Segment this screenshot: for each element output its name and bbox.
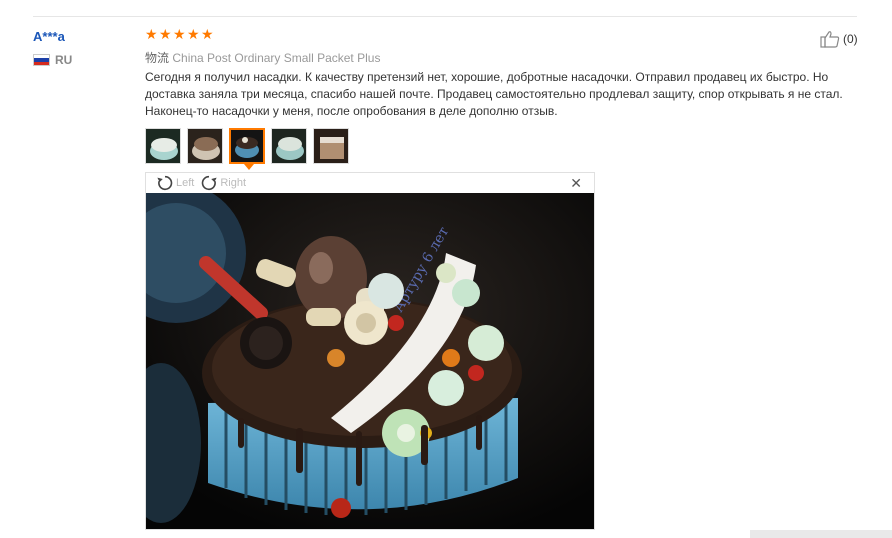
photo-thumb-3[interactable] (229, 128, 265, 164)
photo-thumb-4[interactable] (271, 128, 307, 164)
rotate-left-button[interactable]: Left (156, 174, 194, 192)
rotate-left-label: Left (176, 177, 195, 189)
rotate-left-icon (157, 175, 173, 191)
cake-photo-image: Артуру 6 лет (146, 193, 594, 529)
review-text: Сегодня я получил насадки. К качеству пр… (145, 70, 843, 118)
thumbs-up-icon (820, 31, 840, 48)
cake-photo-icon (314, 129, 348, 163)
star-rating: ★ ★ ★ ★ ★ (145, 26, 214, 42)
logistics-info: 物流 China Post Ordinary Small Packet Plus (145, 49, 380, 66)
star-icon: ★ (145, 26, 158, 42)
country-code: RU (55, 53, 73, 67)
cake-photo-icon (188, 129, 222, 163)
rotate-right-icon (202, 175, 218, 191)
photo-thumb-1[interactable] (145, 128, 181, 164)
logistics-value: China Post Ordinary Small Packet Plus (172, 51, 381, 65)
photo-thumb-2[interactable] (187, 128, 223, 164)
star-icon: ★ (187, 26, 200, 42)
reviewer-name[interactable]: A***a (33, 29, 65, 44)
logistics-label: 物流 (145, 51, 170, 65)
cake-photo-icon (272, 129, 306, 163)
close-icon[interactable]: ✕ (570, 175, 582, 192)
rotate-right-button[interactable]: Right (200, 174, 246, 192)
cake-photo-icon (146, 129, 180, 163)
photo-thumb-5[interactable] (313, 128, 349, 164)
reviewer-country: RU (33, 53, 72, 67)
rotate-right-label: Right (220, 177, 247, 189)
star-icon: ★ (159, 26, 172, 42)
photo-viewer: Left Right ✕ Артуру 6 лет (145, 172, 595, 530)
photo-thumbnails (145, 128, 349, 164)
top-divider (33, 16, 857, 17)
cake-photo: Артуру 6 лет (146, 193, 594, 529)
like-button[interactable]: (0) (820, 30, 858, 48)
like-count: (0) (843, 32, 858, 46)
active-thumb-caret (244, 164, 254, 170)
star-icon: ★ (201, 26, 214, 42)
russia-flag-icon (33, 54, 50, 66)
cake-photo-icon (231, 130, 263, 162)
star-icon: ★ (173, 26, 186, 42)
viewer-toolbar: Left Right ✕ (146, 173, 594, 193)
horizontal-scrollbar[interactable] (750, 530, 892, 538)
